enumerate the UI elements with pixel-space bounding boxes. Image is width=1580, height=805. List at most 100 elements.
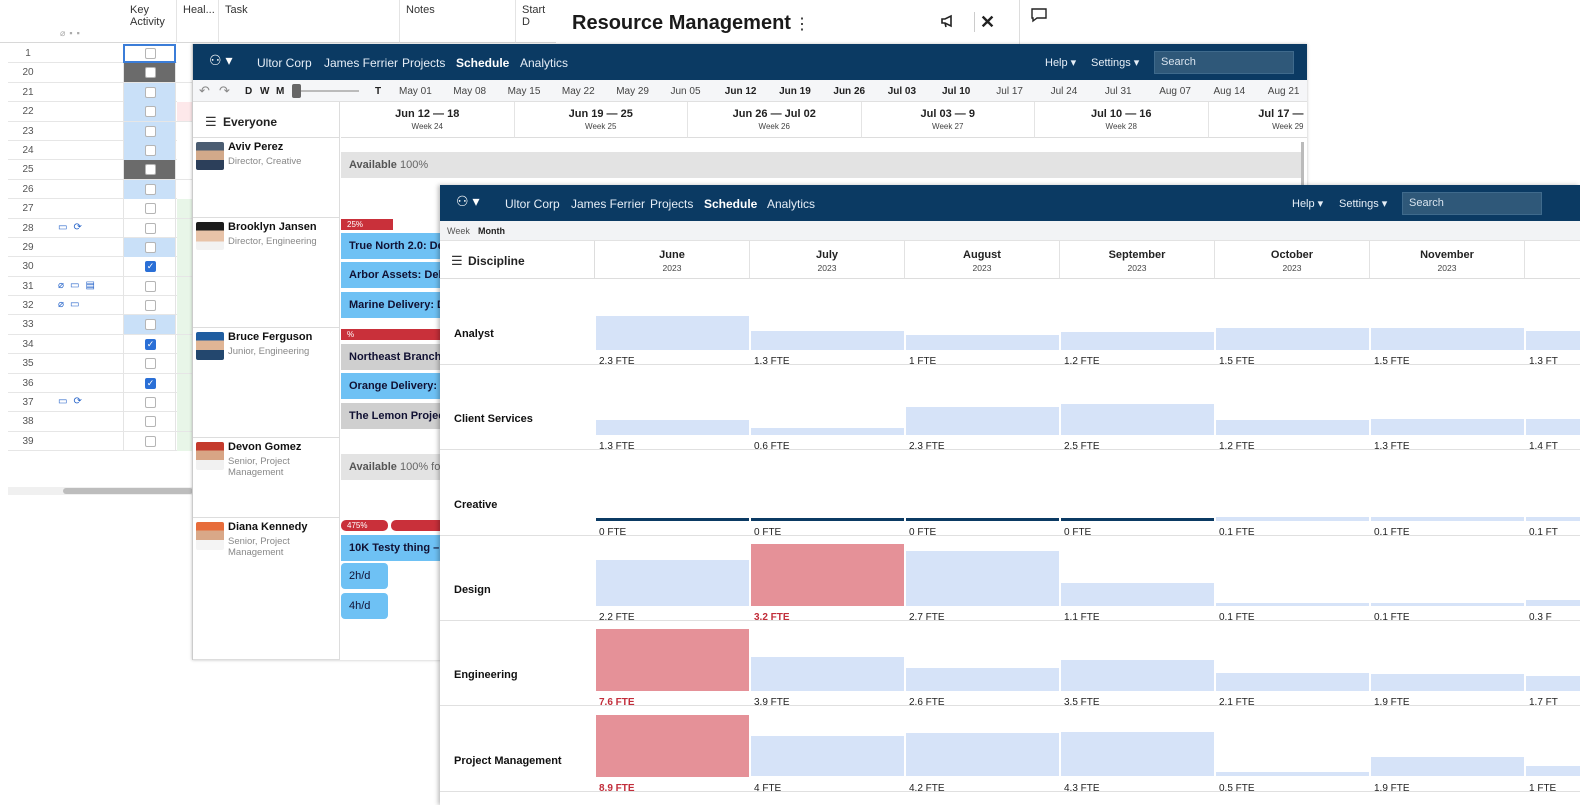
availability-bar[interactable]: Available 100% fo [341, 454, 451, 480]
discipline-row[interactable]: Client Services 1.3 FTE 0.6 FTE 2.3 FTE 2.5 … [440, 365, 1580, 452]
sheet-row[interactable]: 31 ⌀▭▤ [8, 276, 193, 297]
fte-bar[interactable] [1526, 330, 1580, 350]
person-row[interactable]: Bruce Ferguson Junior, Engineering [193, 328, 340, 438]
discipline-header[interactable]: ☰ Discipline [440, 241, 595, 279]
discipline-row[interactable]: Creative 0 FTE 0 FTE 0 FTE 0 FTE 0.1 FTE 0.1 F… [440, 451, 1580, 538]
fte-bar[interactable] [1216, 516, 1369, 521]
people-menu-icon[interactable]: ⚇ ▾ [209, 52, 232, 69]
fte-bar[interactable] [596, 419, 749, 436]
sheet-horizontal-scrollbar[interactable] [8, 487, 193, 495]
person-row[interactable]: Brooklyn Jansen Director, Engineering [193, 218, 340, 328]
fte-bar[interactable] [1216, 602, 1369, 606]
col-header-task[interactable]: Task [219, 0, 400, 43]
nav-user[interactable]: James Ferrier [324, 56, 398, 70]
nav-schedule[interactable]: Schedule [456, 56, 509, 70]
zoom-week[interactable]: W [260, 86, 269, 97]
col-header-key-activity[interactable]: Key Activity [124, 0, 177, 43]
key-activity-checkbox[interactable]: ✓ [145, 377, 156, 389]
col-header-start-date[interactable]: Start D [516, 0, 556, 43]
key-activity-checkbox[interactable] [145, 183, 156, 195]
today-button[interactable]: T [375, 86, 381, 97]
menu-icon[interactable]: ☰ [451, 253, 463, 269]
zoom-slider[interactable] [293, 90, 359, 92]
nav-projects[interactable]: Projects [650, 197, 693, 211]
availability-bar[interactable]: Available 100% [341, 152, 1303, 178]
fte-bar[interactable] [1216, 420, 1369, 436]
comment-icon[interactable] [1030, 6, 1048, 29]
sheet-row[interactable]: 34 ✓ [8, 334, 193, 355]
health-cell[interactable] [177, 199, 193, 219]
nav-settings[interactable]: Settings ▾ [1091, 56, 1139, 69]
sheet-row[interactable]: 38 [8, 412, 193, 432]
key-activity-checkbox[interactable] [145, 106, 156, 118]
timeline-date[interactable]: May 01 [399, 86, 432, 97]
sheet-row[interactable]: 22 [8, 102, 193, 122]
fte-bar[interactable] [1061, 582, 1214, 606]
person-row[interactable]: Aviv Perez Director, Creative [193, 138, 340, 218]
timeline-date[interactable]: Jul 03 [888, 86, 916, 97]
key-activity-checkbox[interactable] [145, 222, 156, 234]
timeline-date[interactable]: May 29 [616, 86, 649, 97]
col-header-notes[interactable]: Notes [400, 0, 516, 43]
nav-help[interactable]: Help ▾ [1045, 56, 1076, 69]
health-cell[interactable] [177, 276, 193, 296]
timeline-date[interactable]: May 22 [562, 86, 595, 97]
timeline-date[interactable]: May 15 [508, 86, 541, 97]
fte-zero-line[interactable] [906, 517, 1059, 521]
nav-help[interactable]: Help ▾ [1292, 197, 1323, 210]
fte-bar[interactable] [1371, 327, 1524, 350]
fte-bar[interactable] [751, 657, 904, 692]
key-activity-checkbox[interactable] [145, 125, 156, 137]
health-cell[interactable] [177, 315, 193, 335]
sheet-row[interactable]: 33 [8, 315, 193, 335]
health-cell[interactable] [177, 82, 193, 102]
key-activity-checkbox[interactable] [145, 144, 156, 156]
fte-bar[interactable] [906, 550, 1059, 606]
fte-bar[interactable] [1061, 660, 1214, 692]
timeline-date[interactable]: May 08 [453, 86, 486, 97]
key-activity-checkbox[interactable] [145, 358, 156, 370]
fte-bar[interactable] [1061, 732, 1214, 777]
sheet-row[interactable]: 21 [8, 82, 193, 103]
timeline-date[interactable]: Jul 31 [1105, 86, 1132, 97]
hours-pill[interactable]: 2h/d [341, 563, 388, 589]
key-activity-checkbox[interactable]: ✓ [145, 338, 156, 350]
key-activity-checkbox[interactable] [145, 435, 156, 447]
discipline-row[interactable]: Design 2.2 FTE 3.2 FTE 2.7 FTE 1.1 FTE 0.1 FT… [440, 536, 1580, 623]
nav-analytics[interactable]: Analytics [767, 197, 815, 211]
nav-org[interactable]: Ultor Corp [257, 56, 312, 70]
health-cell[interactable] [177, 44, 193, 63]
task-bar[interactable]: Orange Delivery: I [341, 373, 451, 399]
search-input[interactable]: Search [1154, 51, 1294, 74]
undo-icon[interactable]: ↶ [199, 83, 210, 99]
sheet-row[interactable]: 28 ▭⟳ [8, 218, 193, 238]
timeline-date[interactable]: Aug 07 [1159, 86, 1191, 97]
task-bar[interactable]: Marine Delivery: D [341, 292, 451, 318]
nav-schedule[interactable]: Schedule [704, 197, 757, 211]
timeline-date[interactable]: Jun 05 [671, 86, 701, 97]
fte-bar[interactable] [1526, 516, 1580, 521]
row-attach-comment-proof-icons[interactable]: ⌀▭▤ [58, 280, 128, 291]
zoom-day[interactable]: D [245, 86, 252, 97]
health-cell[interactable] [177, 334, 193, 354]
fte-bar[interactable] [1526, 599, 1580, 606]
key-activity-checkbox[interactable] [145, 86, 156, 98]
fte-bar[interactable] [906, 335, 1059, 350]
key-activity-checkbox[interactable] [145, 48, 156, 59]
view-week-button[interactable]: Week [447, 226, 470, 236]
fte-bar[interactable] [596, 315, 749, 350]
health-cell[interactable] [177, 431, 193, 451]
health-cell[interactable] [177, 179, 193, 199]
key-activity-checkbox[interactable] [145, 300, 156, 312]
timeline-date[interactable]: Jul 17 [996, 86, 1023, 97]
fte-bar[interactable] [596, 560, 749, 606]
fte-bar[interactable] [1061, 332, 1214, 350]
everyone-filter[interactable]: ☰ Everyone [193, 102, 340, 138]
timeline-date[interactable]: Jul 10 [942, 86, 970, 97]
timeline-date[interactable]: Jun 19 [779, 86, 811, 97]
fte-bar[interactable] [1216, 327, 1369, 350]
announcement-icon[interactable] [939, 12, 957, 35]
fte-zero-line[interactable] [596, 517, 749, 521]
sheet-row[interactable]: 35 [8, 354, 193, 374]
fte-bar[interactable] [1061, 404, 1214, 436]
